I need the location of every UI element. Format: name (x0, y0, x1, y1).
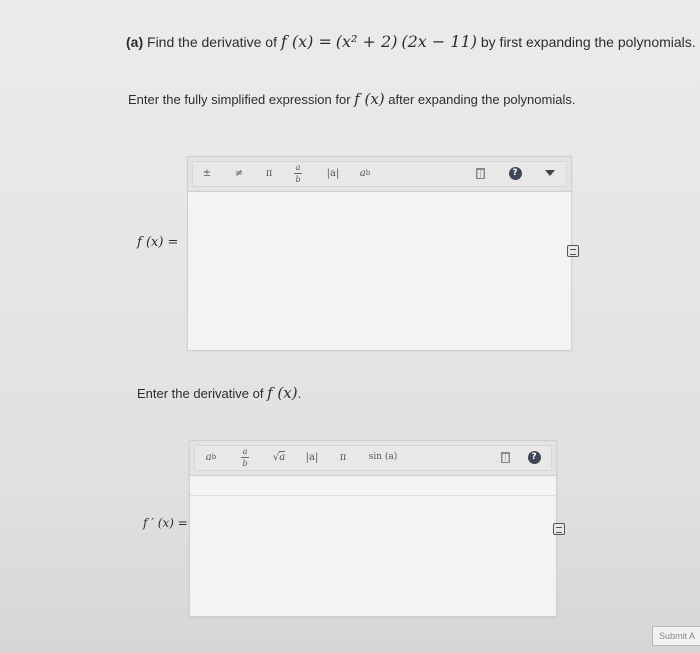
exponent-button[interactable]: ab (352, 162, 378, 184)
help-button[interactable]: ? (521, 446, 547, 468)
submit-answer-button[interactable]: Submit A (652, 626, 700, 646)
help-button[interactable]: ? (502, 162, 528, 184)
delete-button[interactable] (492, 446, 518, 468)
fraction-denominator: b (295, 174, 301, 184)
fprime-answer-editor: ab a b √ a |a| π sin (a) ? (189, 440, 557, 617)
question-text-after: by first expanding the polynomials. (480, 34, 696, 50)
help-icon: ? (508, 166, 522, 180)
instruction-expanded-before: Enter the fully simplified expression fo… (128, 92, 351, 107)
sine-button[interactable]: sin (a) (362, 446, 404, 468)
absolute-value-button[interactable]: |a| (299, 446, 325, 468)
question-text-before: Find the derivative of (147, 34, 277, 50)
fraction-numerator: a (295, 162, 301, 172)
trash-icon (475, 167, 485, 179)
instruction-expanded-fn: f (x) (354, 90, 385, 108)
fx-input-area[interactable] (188, 207, 571, 350)
polynomial-factor-1: (x² + 2) (335, 32, 398, 51)
square-root-button[interactable]: √ a (266, 446, 292, 468)
fx-answer-label: f (x) = (137, 235, 179, 250)
polynomial-factor-2: (2x − 11) (401, 32, 477, 51)
trash-icon (500, 451, 510, 463)
fx-math-toolbar: ± ≠ π a b |a| ab ? (188, 157, 571, 192)
pi-button[interactable]: π (330, 446, 356, 468)
plus-minus-button[interactable]: ± (194, 162, 220, 184)
fraction-denominator: b (242, 458, 248, 468)
pi-button[interactable]: π (256, 162, 282, 184)
instruction-expanded: Enter the fully simplified expression fo… (128, 90, 575, 108)
fraction-button[interactable]: a b (285, 162, 311, 184)
not-equal-button[interactable]: ≠ (226, 162, 252, 184)
instruction-derivative-fn: f (x) (267, 384, 298, 402)
part-label: (a) (126, 34, 144, 50)
fprime-answer-label: f ′ (x) = (143, 516, 188, 530)
keyboard-icon[interactable] (567, 245, 579, 257)
fprime-math-toolbar: ab a b √ a |a| π sin (a) ? (190, 441, 556, 476)
instruction-expanded-after: after expanding the polynomials. (388, 92, 576, 107)
exponent-power: b (365, 169, 371, 177)
exponent-power: b (211, 453, 217, 461)
instruction-derivative: Enter the derivative of f (x). (137, 384, 301, 402)
fprime-input-area[interactable] (190, 495, 556, 616)
keyboard-icon[interactable] (553, 523, 565, 535)
fraction-button[interactable]: a b (232, 446, 258, 468)
exponent-button[interactable]: ab (198, 446, 224, 468)
question-text: (a) Find the derivative of f (x) = (x² +… (126, 32, 696, 51)
help-icon: ? (527, 450, 541, 464)
function-definition-lhs: f (x) = (280, 32, 332, 51)
delete-button[interactable] (467, 162, 493, 184)
caret-down-icon (545, 170, 555, 176)
square-root-argument: a (279, 451, 286, 463)
more-options-button[interactable] (537, 162, 563, 184)
fx-answer-editor: ± ≠ π a b |a| ab ? (187, 156, 572, 351)
instruction-derivative-before: Enter the derivative of (137, 386, 264, 401)
instruction-derivative-after: . (297, 386, 302, 401)
fraction-numerator: a (242, 446, 248, 456)
absolute-value-button[interactable]: |a| (320, 162, 346, 184)
